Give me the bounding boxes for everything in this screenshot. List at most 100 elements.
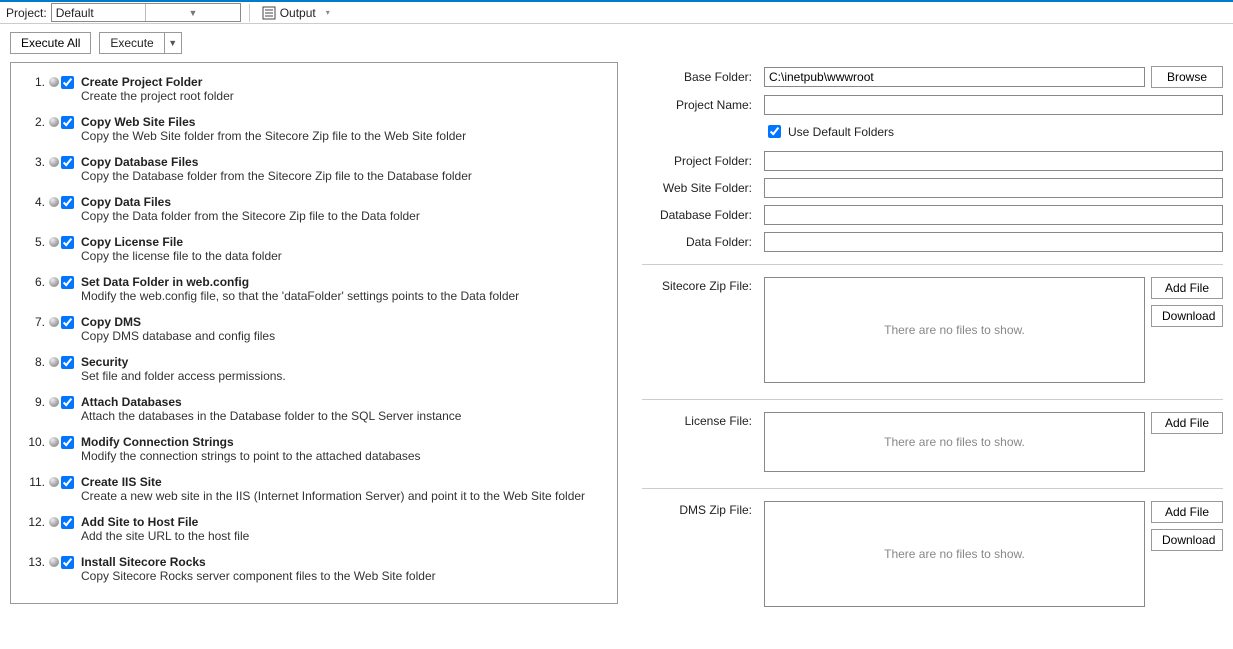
task-checkbox[interactable]	[61, 236, 74, 249]
task-checkbox[interactable]	[61, 476, 74, 489]
task-checkbox[interactable]	[61, 316, 74, 329]
project-folder-row: Project Folder:	[642, 151, 1223, 171]
task-title: Install Sitecore Rocks	[81, 555, 436, 569]
task-item: 5.Copy License FileCopy the license file…	[19, 231, 609, 271]
task-number: 11.	[21, 475, 49, 489]
task-number: 9.	[21, 395, 49, 409]
task-item: 6.Set Data Folder in web.configModify th…	[19, 271, 609, 311]
output-label: Output	[280, 6, 316, 20]
task-number: 1.	[21, 75, 49, 89]
project-name-label: Project Name:	[642, 98, 758, 112]
task-item: 12.Add Site to Host FileAdd the site URL…	[19, 511, 609, 551]
task-number: 2.	[21, 115, 49, 129]
task-title: Copy Web Site Files	[81, 115, 466, 129]
task-description: Modify the web.config file, so that the …	[81, 289, 519, 303]
status-dot-icon	[49, 195, 61, 207]
task-description: Copy the Data folder from the Sitecore Z…	[81, 209, 420, 223]
task-number: 4.	[21, 195, 49, 209]
separator	[642, 488, 1223, 489]
chevron-down-icon[interactable]: ▼	[145, 4, 240, 21]
task-title: Copy Database Files	[81, 155, 472, 169]
add-file-button[interactable]: Add File	[1151, 277, 1223, 299]
execute-all-button[interactable]: Execute All	[10, 32, 91, 54]
project-name-input[interactable]	[764, 95, 1223, 115]
task-checkbox[interactable]	[61, 116, 74, 129]
download-button[interactable]: Download	[1151, 529, 1223, 551]
status-dot-icon	[49, 75, 61, 87]
task-item: 10.Modify Connection StringsModify the c…	[19, 431, 609, 471]
task-item: 4.Copy Data FilesCopy the Data folder fr…	[19, 191, 609, 231]
task-checkbox[interactable]	[61, 196, 74, 209]
browse-button[interactable]: Browse	[1151, 66, 1223, 88]
dms-zip-row: DMS Zip File: There are no files to show…	[642, 501, 1223, 607]
task-title: Copy License File	[81, 235, 282, 249]
chevron-down-icon[interactable]: ▼	[165, 33, 181, 53]
task-number: 5.	[21, 235, 49, 249]
license-file-row: License File: There are no files to show…	[642, 412, 1223, 472]
task-description: Add the site URL to the host file	[81, 529, 249, 543]
separator	[642, 399, 1223, 400]
task-title: Create IIS Site	[81, 475, 585, 489]
use-default-checkbox[interactable]	[768, 125, 781, 138]
sitecore-zip-filebox[interactable]: There are no files to show.	[764, 277, 1145, 383]
task-list: 1.Create Project FolderCreate the projec…	[10, 62, 618, 604]
output-button[interactable]: Output	[258, 3, 320, 23]
task-description: Copy Sitecore Rocks server component fil…	[81, 569, 436, 583]
dms-zip-label: DMS Zip File:	[642, 501, 758, 517]
sitecore-zip-label: Sitecore Zip File:	[642, 277, 758, 293]
task-title: Attach Databases	[81, 395, 461, 409]
task-description: Copy the Database folder from the Siteco…	[81, 169, 472, 183]
project-folder-label: Project Folder:	[642, 154, 758, 168]
task-description: Set file and folder access permissions.	[81, 369, 286, 383]
task-checkbox[interactable]	[61, 396, 74, 409]
toolbar-overflow-icon[interactable]: ▾	[324, 8, 332, 17]
task-title: Set Data Folder in web.config	[81, 275, 519, 289]
task-item: 13.Install Sitecore RocksCopy Sitecore R…	[19, 551, 609, 591]
data-folder-row: Data Folder:	[642, 232, 1223, 252]
task-checkbox[interactable]	[61, 516, 74, 529]
task-title: Security	[81, 355, 286, 369]
task-description: Create a new web site in the IIS (Intern…	[81, 489, 585, 503]
execute-button[interactable]: Execute	[100, 33, 164, 53]
license-file-label: License File:	[642, 412, 758, 428]
task-checkbox[interactable]	[61, 76, 74, 89]
task-item: 7.Copy DMSCopy DMS database and config f…	[19, 311, 609, 351]
web-site-folder-row: Web Site Folder:	[642, 178, 1223, 198]
task-number: 8.	[21, 355, 49, 369]
task-description: Create the project root folder	[81, 89, 234, 103]
task-checkbox[interactable]	[61, 356, 74, 369]
status-dot-icon	[49, 515, 61, 527]
filebox-placeholder: There are no files to show.	[884, 323, 1025, 337]
task-number: 3.	[21, 155, 49, 169]
task-number: 7.	[21, 315, 49, 329]
status-dot-icon	[49, 355, 61, 367]
separator	[249, 4, 250, 22]
task-description: Copy the Web Site folder from the Siteco…	[81, 129, 466, 143]
task-item: 1.Create Project FolderCreate the projec…	[19, 71, 609, 111]
task-checkbox[interactable]	[61, 156, 74, 169]
base-folder-input[interactable]	[764, 67, 1145, 87]
project-select[interactable]: Default ▼	[51, 3, 241, 22]
task-checkbox[interactable]	[61, 436, 74, 449]
task-description: Copy DMS database and config files	[81, 329, 275, 343]
task-description: Attach the databases in the Database fol…	[81, 409, 461, 423]
status-dot-icon	[49, 315, 61, 327]
database-folder-input[interactable]	[764, 205, 1223, 225]
add-file-button[interactable]: Add File	[1151, 412, 1223, 434]
execute-split-button[interactable]: Execute ▼	[99, 32, 181, 54]
status-dot-icon	[49, 235, 61, 247]
download-button[interactable]: Download	[1151, 305, 1223, 327]
task-checkbox[interactable]	[61, 276, 74, 289]
license-file-filebox[interactable]: There are no files to show.	[764, 412, 1145, 472]
task-checkbox[interactable]	[61, 556, 74, 569]
dms-zip-filebox[interactable]: There are no files to show.	[764, 501, 1145, 607]
task-title: Modify Connection Strings	[81, 435, 421, 449]
task-item: 11. Create IIS SiteCreate a new web site …	[19, 471, 609, 511]
output-icon	[262, 6, 276, 20]
data-folder-input[interactable]	[764, 232, 1223, 252]
status-dot-icon	[49, 115, 61, 127]
project-folder-input[interactable]	[764, 151, 1223, 171]
web-site-folder-input[interactable]	[764, 178, 1223, 198]
add-file-button[interactable]: Add File	[1151, 501, 1223, 523]
status-dot-icon	[49, 395, 61, 407]
